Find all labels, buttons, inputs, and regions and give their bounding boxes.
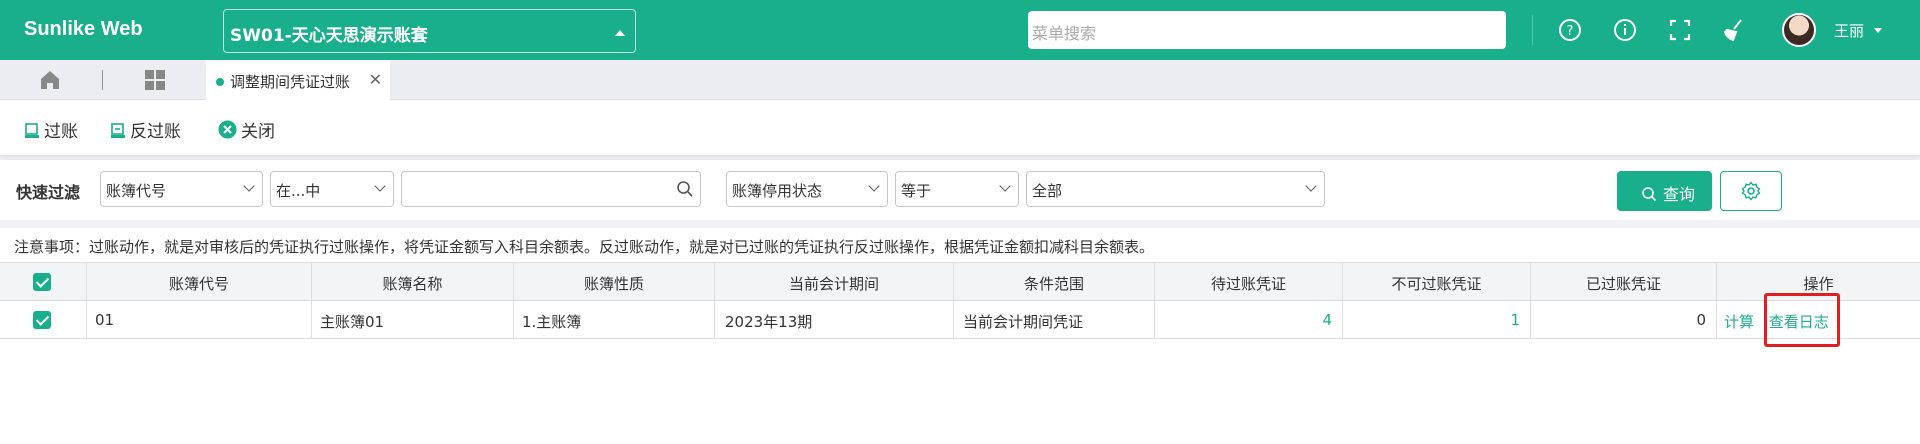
unpost-button[interactable]: 反过账 xyxy=(110,117,181,142)
avatar[interactable] xyxy=(1782,13,1816,47)
cell-period: 2023年13期 xyxy=(715,301,954,339)
cell-nature: 1.主账簿 xyxy=(514,301,715,339)
cell-code: 01 xyxy=(87,301,312,339)
menu-search-input[interactable]: 菜单搜索 xyxy=(1028,11,1506,49)
column-header[interactable]: 不可过账凭证 xyxy=(1343,263,1531,301)
close-tab-icon[interactable]: ✕ xyxy=(369,70,382,89)
info-icon[interactable] xyxy=(1611,16,1639,44)
header-checkbox-cell xyxy=(0,263,87,301)
account-selector[interactable]: SW01-天心天思演示账套 xyxy=(223,9,636,53)
table-row[interactable]: 01 主账簿01 1.主账簿 2023年13期 当前会计期间凭证 4 1 0 计… xyxy=(0,301,1920,339)
column-header[interactable]: 待过账凭证 xyxy=(1155,263,1343,301)
filter-value-select-2[interactable]: 全部 xyxy=(1026,171,1325,207)
chevron-down-icon xyxy=(243,180,255,192)
help-icon[interactable]: ? xyxy=(1556,16,1584,44)
filter-operator-select-2[interactable]: 等于 xyxy=(895,171,1019,207)
unpost-label: 反过账 xyxy=(130,122,181,142)
column-header[interactable]: 已过账凭证 xyxy=(1531,263,1717,301)
chevron-down-icon xyxy=(999,180,1011,192)
calculate-link[interactable]: 计算 xyxy=(1724,313,1754,331)
post-label: 过账 xyxy=(44,122,78,142)
divider xyxy=(1532,15,1533,45)
row-checkbox-cell xyxy=(0,301,87,339)
app-logo: Sunlike Web xyxy=(24,18,143,40)
table-header: 账簿代号 账簿名称 账簿性质 当前会计期间 条件范围 待过账凭证 不可过账凭证 … xyxy=(0,263,1920,301)
gear-icon xyxy=(1741,181,1761,201)
row-checkbox[interactable] xyxy=(33,311,51,329)
close-circle-icon xyxy=(218,120,237,139)
close-button[interactable]: 关闭 xyxy=(218,117,275,142)
select-value: 在...中 xyxy=(276,182,321,200)
user-name[interactable]: 王丽 xyxy=(1834,20,1864,41)
column-header[interactable]: 账簿名称 xyxy=(312,263,514,301)
filter-field-select-2[interactable]: 账簿停用状态 xyxy=(726,171,888,207)
top-bar: Sunlike Web SW01-天心天思演示账套 菜单搜索 ? 王丽 xyxy=(0,0,1920,60)
select-value: 全部 xyxy=(1032,182,1063,200)
quick-filter-bar: 快速过滤 账簿代号 在...中 账簿停用状态 等于 全部 查询 xyxy=(0,160,1920,220)
notice-text: 注意事项：过账动作，就是对审核后的凭证执行过账操作，将凭证金额写入科目余额表。反… xyxy=(0,228,1920,262)
tab-posting[interactable]: 调整期间凭证过账 ✕ xyxy=(206,60,390,100)
divider xyxy=(102,70,103,90)
home-icon[interactable] xyxy=(38,68,62,92)
column-header[interactable]: 条件范围 xyxy=(954,263,1155,301)
highlight-box xyxy=(1764,293,1840,347)
post-icon xyxy=(25,123,39,138)
search-icon xyxy=(1642,187,1657,202)
fullscreen-icon[interactable] xyxy=(1666,16,1694,44)
query-button[interactable]: 查询 xyxy=(1617,171,1712,211)
caret-up-icon xyxy=(615,30,625,36)
select-all-checkbox[interactable] xyxy=(33,273,51,291)
account-name: SW01-天心天思演示账套 xyxy=(230,26,428,46)
filter-operator-select-1[interactable]: 在...中 xyxy=(270,171,394,207)
close-label: 关闭 xyxy=(241,122,275,142)
data-grid: 账簿代号 账簿名称 账簿性质 当前会计期间 条件范围 待过账凭证 不可过账凭证 … xyxy=(0,262,1920,444)
svg-text:?: ? xyxy=(1567,24,1574,39)
post-button[interactable]: 过账 xyxy=(24,117,78,142)
settings-button[interactable] xyxy=(1720,171,1782,211)
tab-bar: 调整期间凭证过账 ✕ xyxy=(0,60,1920,100)
cell-pending-link[interactable]: 4 xyxy=(1155,301,1343,339)
chevron-down-icon xyxy=(868,180,880,192)
query-label: 查询 xyxy=(1663,185,1696,204)
broom-icon[interactable] xyxy=(1721,16,1749,44)
column-header[interactable]: 账簿性质 xyxy=(514,263,715,301)
active-dot-icon xyxy=(216,78,224,86)
select-value: 账簿代号 xyxy=(106,182,167,200)
filter-value-input-1[interactable] xyxy=(401,171,701,207)
chevron-down-icon xyxy=(1305,180,1317,192)
chevron-down-icon[interactable] xyxy=(1874,28,1882,33)
select-value: 账簿停用状态 xyxy=(732,182,823,200)
grid-icon[interactable] xyxy=(143,68,167,92)
filter-field-select-1[interactable]: 账簿代号 xyxy=(100,171,263,207)
cell-name: 主账簿01 xyxy=(312,301,514,339)
tab-label: 调整期间凭证过账 xyxy=(230,73,351,91)
search-icon[interactable] xyxy=(676,180,694,198)
filter-label: 快速过滤 xyxy=(16,183,81,202)
column-header[interactable]: 账簿代号 xyxy=(87,263,312,301)
cell-scope: 当前会计期间凭证 xyxy=(954,301,1155,339)
unpost-icon xyxy=(111,123,125,138)
column-header[interactable]: 当前会计期间 xyxy=(715,263,954,301)
select-value: 等于 xyxy=(901,182,932,200)
cell-unpostable-link[interactable]: 1 xyxy=(1343,301,1531,339)
cell-posted: 0 xyxy=(1531,301,1717,339)
toolbar: 过账 反过账 关闭 xyxy=(0,100,1920,156)
chevron-down-icon xyxy=(374,180,386,192)
